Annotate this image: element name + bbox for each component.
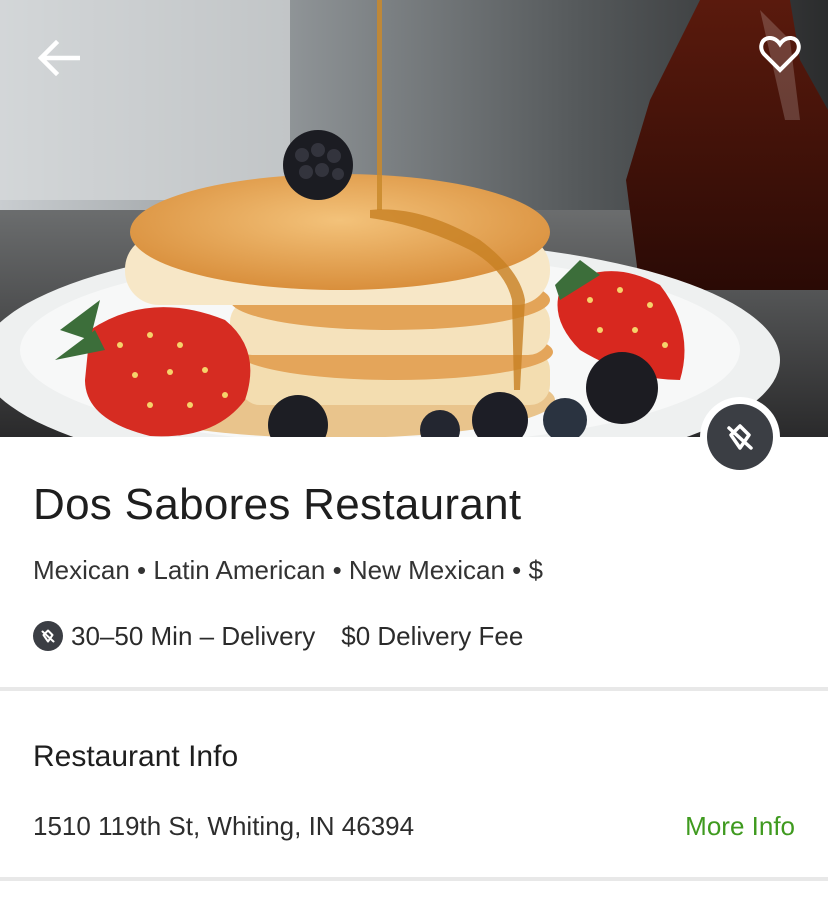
hero-image <box>0 0 828 437</box>
more-info-link[interactable]: More Info <box>685 809 795 843</box>
delivery-info: 30–50 Min – Delivery $0 Delivery Fee <box>33 619 795 653</box>
divider <box>0 877 828 881</box>
section-title: Restaurant Info <box>33 740 239 773</box>
restaurant-info-section: Restaurant Info 1510 119th St, Whiting, … <box>0 691 828 843</box>
address-row: 1510 119th St, Whiting, IN 46394 More In… <box>33 809 795 843</box>
back-button[interactable] <box>30 34 86 82</box>
location-off-icon <box>727 424 753 450</box>
location-badge <box>700 397 780 477</box>
restaurant-header: Dos Sabores Restaurant Mexican • Latin A… <box>0 437 828 653</box>
restaurant-name: Dos Sabores Restaurant <box>33 480 522 529</box>
arrow-left-icon <box>37 40 80 76</box>
cuisine-list: Mexican • Latin American • New Mexican •… <box>33 555 543 585</box>
location-off-icon <box>33 621 63 651</box>
heart-outline-icon <box>759 35 801 73</box>
delivery-time: 30–50 Min – Delivery <box>71 621 316 651</box>
address: 1510 119th St, Whiting, IN 46394 <box>33 811 415 841</box>
favorite-button[interactable] <box>754 30 806 78</box>
delivery-fee: $0 Delivery Fee <box>341 621 524 651</box>
pancake-photo <box>0 0 828 437</box>
